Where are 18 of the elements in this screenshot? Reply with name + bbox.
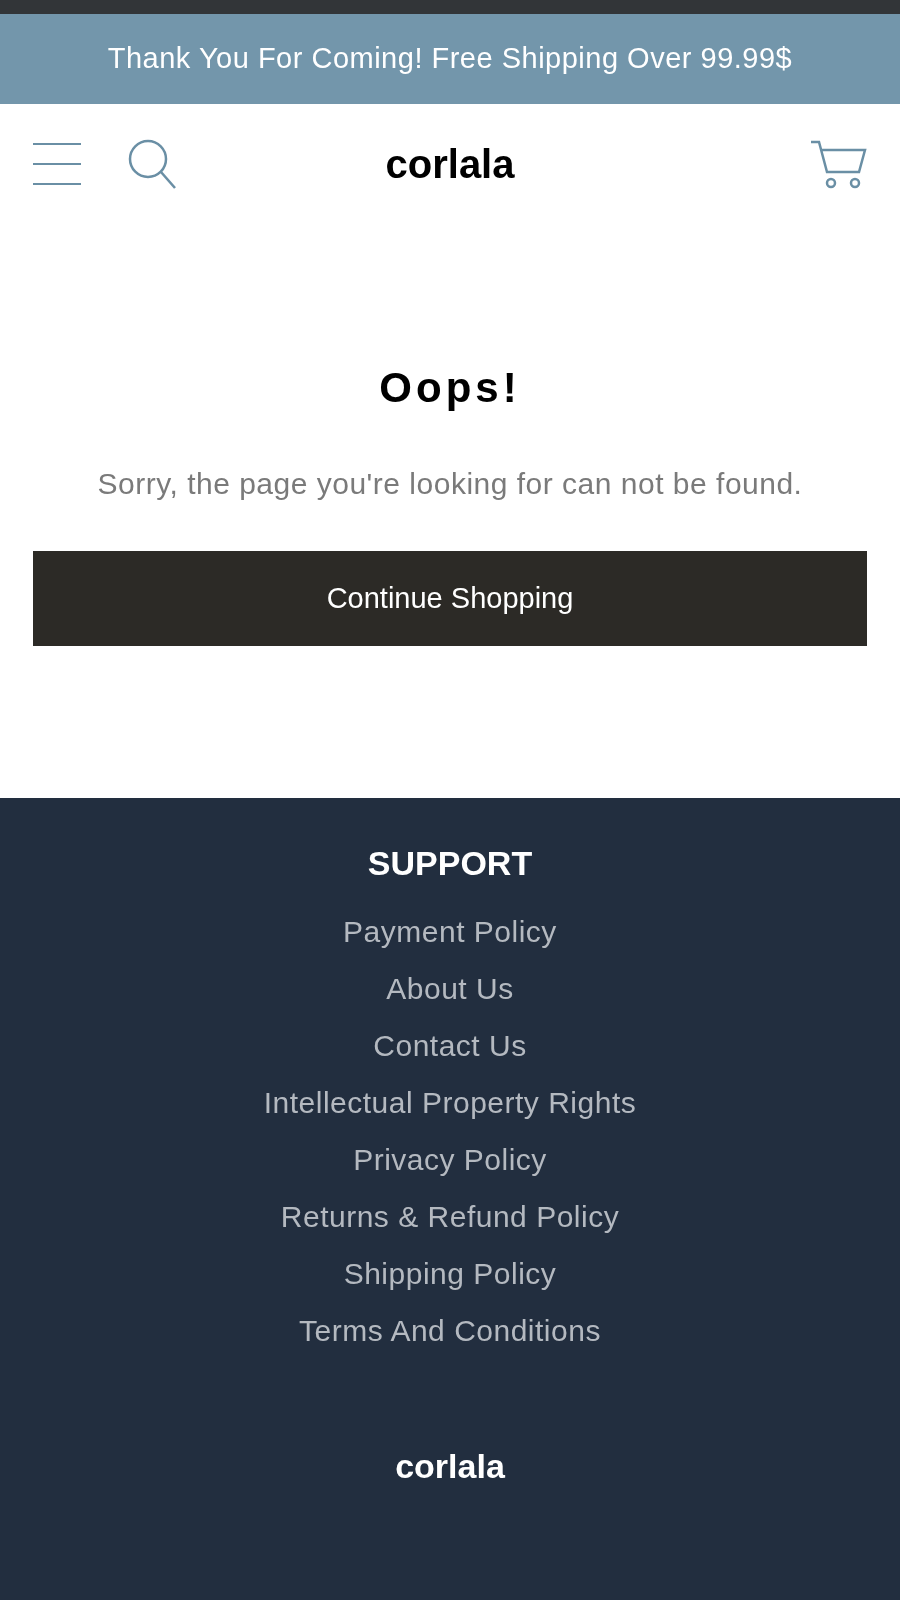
error-message: Sorry, the page you're looking for can not be found. [97,466,803,502]
footer-link[interactable]: Shipping Policy [343,1245,557,1302]
footer-link[interactable]: Intellectual Property Rights [263,1074,637,1131]
announcement-text: Thank You For Coming! Free Shipping Over 99.99$ [107,41,793,77]
footer-link[interactable]: Terms And Conditions [299,1302,601,1359]
footer-link[interactable]: Contact Us [373,1017,527,1074]
continue-shopping-button[interactable]: Continue Shopping [33,551,867,646]
footer-link[interactable]: Privacy Policy [353,1131,547,1188]
footer-link[interactable]: Payment Policy [343,903,557,960]
footer-link[interactable]: About Us [386,960,514,1017]
search-icon[interactable] [127,138,177,190]
error-title: Oops! [379,363,521,413]
footer-heading: SUPPORT [367,843,533,884]
footer-link[interactable]: Returns & Refund Policy [280,1188,620,1245]
logo[interactable]: corlala [385,134,515,194]
footer-logo[interactable]: corlala [395,1441,505,1492]
menu-icon[interactable] [33,143,81,185]
cart-icon[interactable] [809,138,867,190]
